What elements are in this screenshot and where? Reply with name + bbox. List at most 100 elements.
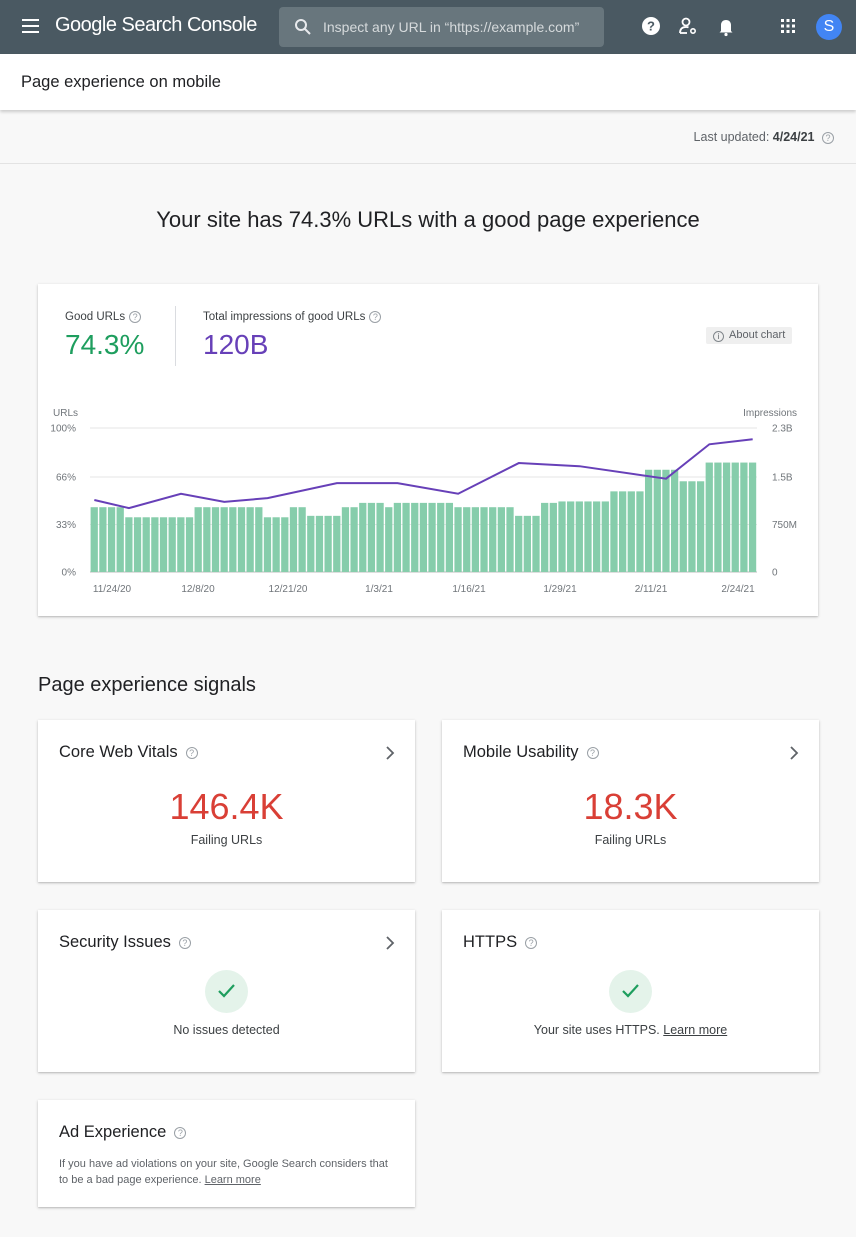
y-tick-label: 0% bbox=[62, 568, 77, 579]
app-brand[interactable]: Google Search Console bbox=[55, 14, 257, 37]
bar bbox=[497, 507, 505, 572]
menu-icon[interactable] bbox=[22, 19, 39, 33]
core-web-vitals-card[interactable]: Core Web Vitals? 146.4K Failing URLs bbox=[38, 720, 415, 882]
bar bbox=[185, 517, 194, 572]
card-title-text: Mobile Usability bbox=[463, 743, 579, 761]
card-title: Core Web Vitals? bbox=[59, 743, 198, 762]
chevron-right-icon[interactable] bbox=[789, 746, 799, 760]
bar bbox=[489, 507, 497, 572]
y2-tick-label: 2.3B bbox=[772, 424, 793, 435]
failing-urls-count: 146.4K bbox=[169, 786, 284, 827]
bar bbox=[177, 517, 185, 572]
notifications-icon[interactable] bbox=[715, 15, 737, 37]
bar bbox=[610, 491, 618, 572]
chevron-right-icon[interactable] bbox=[385, 746, 395, 760]
bar bbox=[523, 515, 531, 572]
bar bbox=[437, 502, 445, 572]
x-tick-label: 2/11/21 bbox=[635, 584, 668, 595]
bar bbox=[315, 515, 324, 572]
bar bbox=[99, 507, 107, 572]
bar bbox=[714, 462, 722, 572]
bar bbox=[471, 507, 480, 572]
help-icon[interactable]: ? bbox=[640, 15, 662, 37]
bar bbox=[246, 507, 254, 572]
mobile-usability-card[interactable]: Mobile Usability? 18.3K Failing URLs bbox=[442, 720, 819, 882]
bar bbox=[341, 507, 350, 572]
bar bbox=[696, 481, 705, 572]
manage-users-icon[interactable] bbox=[677, 15, 699, 37]
help-circle-icon[interactable]: ? bbox=[174, 1126, 187, 1139]
bar bbox=[411, 502, 419, 572]
last-updated: Last updated: 4/24/21 ? bbox=[694, 130, 834, 144]
learn-more-link[interactable]: Learn more bbox=[663, 1023, 727, 1037]
failing-urls-label: Failing URLs bbox=[190, 833, 263, 847]
bar bbox=[168, 517, 176, 572]
bar bbox=[350, 507, 358, 572]
bar bbox=[272, 517, 280, 572]
bar bbox=[575, 501, 583, 572]
card-title-text: HTTPS bbox=[463, 933, 518, 951]
x-tick-label: 12/8/20 bbox=[181, 584, 215, 595]
bar bbox=[125, 517, 133, 572]
card-title: Ad Experience? bbox=[59, 1123, 187, 1142]
help-circle-icon[interactable]: ? bbox=[822, 131, 834, 144]
bar bbox=[428, 502, 436, 572]
https-status-text: Your site uses HTTPS. bbox=[533, 1023, 660, 1037]
page-title: Page experience on mobile bbox=[21, 73, 221, 91]
search-icon bbox=[295, 19, 311, 35]
help-circle-icon[interactable]: ? bbox=[185, 746, 198, 759]
apps-grid-icon[interactable] bbox=[777, 15, 799, 37]
bar bbox=[116, 507, 124, 572]
failing-urls-count: 18.3K bbox=[583, 786, 678, 827]
y-tick-label: 100% bbox=[50, 424, 76, 435]
https-status: Your site uses HTTPS. Learn more bbox=[442, 1023, 819, 1037]
bar bbox=[532, 515, 540, 572]
page-header: Page experience on mobile bbox=[0, 54, 856, 110]
x-tick-label: 1/29/21 bbox=[543, 584, 577, 595]
bar bbox=[159, 517, 168, 572]
last-updated-value: 4/24/21 bbox=[772, 130, 815, 144]
ad-experience-card: Ad Experience? If you have ad violations… bbox=[38, 1100, 415, 1207]
bar bbox=[722, 462, 731, 572]
search-input[interactable] bbox=[323, 7, 598, 47]
urls-impressions-chart: URLs Impressions 0% 0 33% 750M 66% 1.5B 100% 2.… bbox=[50, 408, 797, 595]
help-circle-icon[interactable]: ? bbox=[586, 746, 599, 759]
bar bbox=[289, 507, 298, 572]
bar bbox=[584, 501, 592, 572]
summary-headline: Your site has 74.3% URLs with a good pag… bbox=[156, 207, 700, 232]
bar bbox=[194, 507, 202, 572]
x-tick-label: 1/3/21 bbox=[365, 584, 393, 595]
bar bbox=[393, 502, 402, 572]
x-tick-label: 12/21/20 bbox=[269, 584, 308, 595]
last-updated-bar: Last updated: 4/24/21 ? bbox=[0, 110, 856, 164]
bar bbox=[670, 469, 679, 572]
bar bbox=[748, 462, 757, 572]
bar bbox=[679, 481, 687, 572]
bar bbox=[454, 507, 462, 572]
bar bbox=[229, 507, 237, 572]
y-axis-label: URLs bbox=[53, 408, 78, 419]
bar bbox=[567, 501, 575, 572]
security-issues-card[interactable]: Security Issues? No issues detected bbox=[38, 910, 415, 1072]
account-avatar[interactable]: S bbox=[816, 14, 842, 40]
y-tick-label: 66% bbox=[56, 472, 76, 483]
bar bbox=[688, 481, 696, 572]
signals-section-title: Page experience signals bbox=[38, 674, 256, 696]
bar bbox=[324, 515, 332, 572]
bar bbox=[740, 462, 748, 572]
bar bbox=[627, 491, 635, 572]
bar bbox=[541, 502, 549, 572]
success-badge bbox=[205, 970, 248, 1013]
help-circle-icon[interactable]: ? bbox=[178, 936, 191, 949]
bar bbox=[731, 462, 739, 572]
y2-tick-label: 750M bbox=[772, 520, 797, 531]
help-circle-icon[interactable]: ? bbox=[525, 936, 538, 949]
chevron-right-icon[interactable] bbox=[385, 936, 395, 950]
card-title: Mobile Usability? bbox=[463, 743, 599, 762]
security-status: No issues detected bbox=[173, 1023, 280, 1037]
y2-axis-label: Impressions bbox=[743, 408, 797, 419]
bar bbox=[385, 507, 393, 572]
url-inspection-search[interactable] bbox=[279, 7, 604, 47]
learn-more-link[interactable]: Learn more bbox=[205, 1174, 261, 1186]
x-tick-label: 11/24/20 bbox=[93, 584, 132, 595]
